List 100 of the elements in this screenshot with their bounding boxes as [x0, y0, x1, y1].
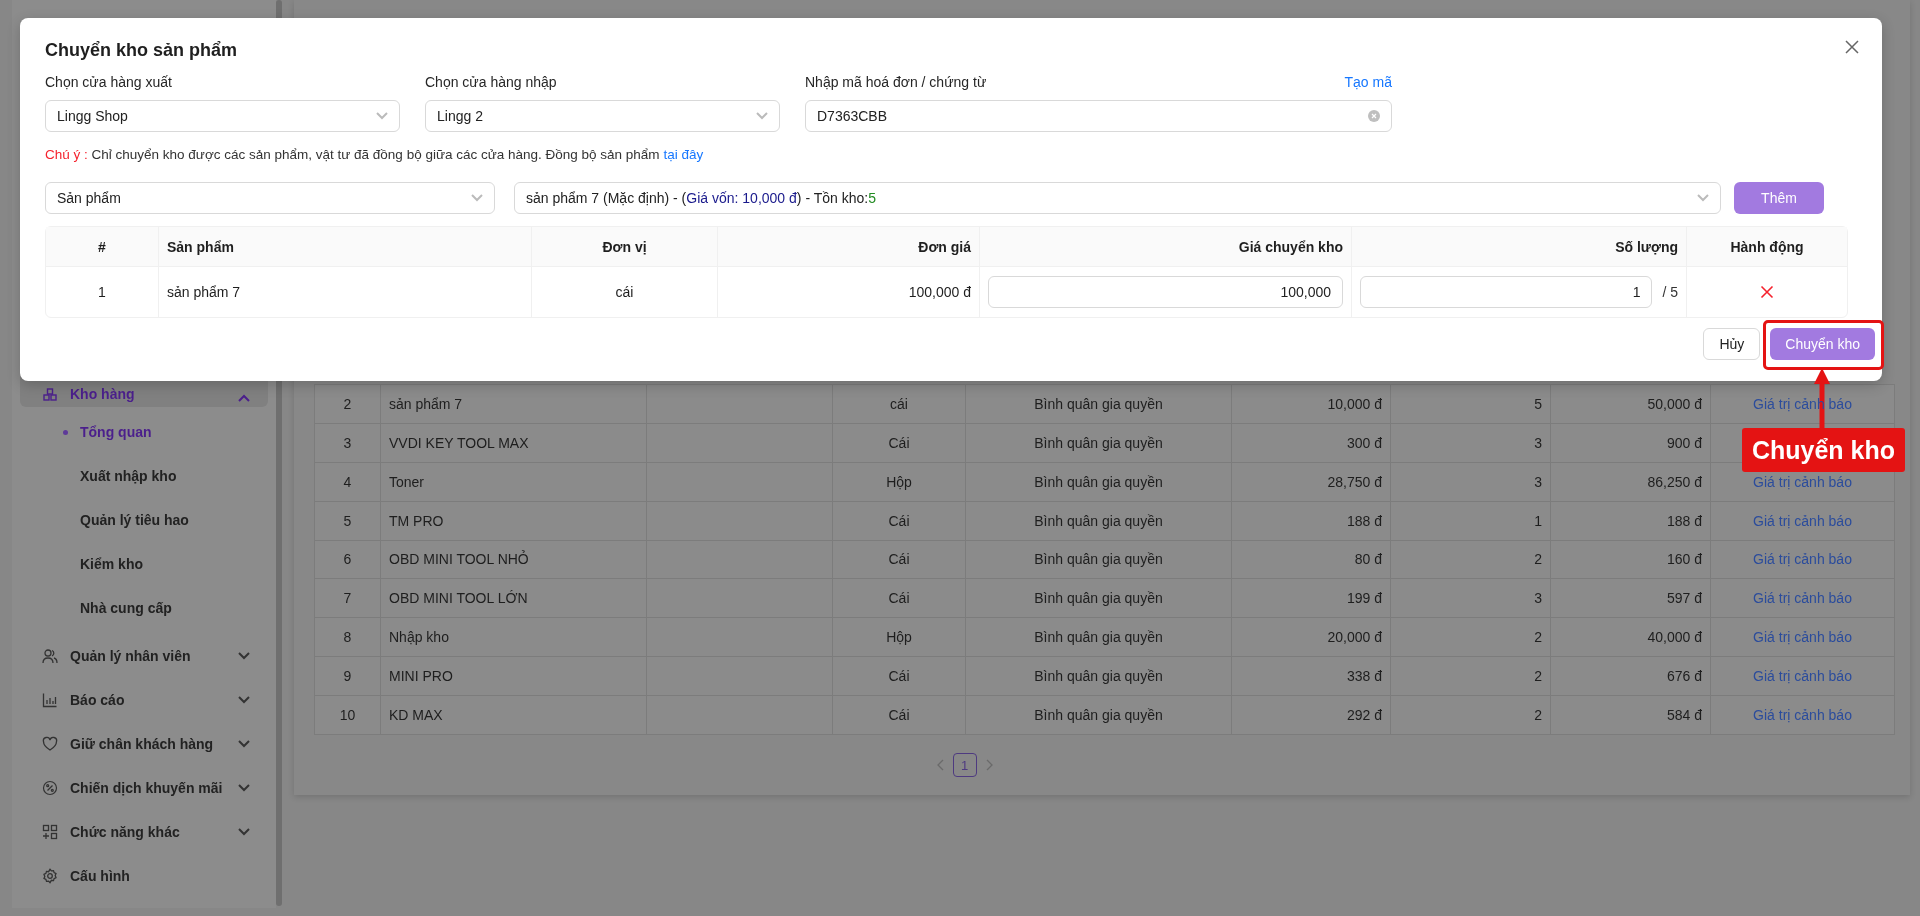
table-cell: 6 [315, 540, 381, 580]
warning-value-link[interactable]: Giá trị cảnh báo [1753, 668, 1852, 685]
page-button[interactable]: 1 [952, 753, 977, 777]
product-select[interactable]: sản phẩm 7 (Mặc định) - (Giá vốn: 10,000 đ) - Tồn kho:5 [514, 182, 1721, 214]
table-cell: KD MAX [381, 696, 647, 735]
table-cell: cái [833, 385, 966, 424]
product-type-select[interactable]: Sản phẩm [45, 182, 495, 214]
store-select[interactable]: Lingg Shop [45, 100, 400, 132]
table-cell: 199 đ [1232, 579, 1391, 619]
transfer-price-input[interactable]: 100,000 [988, 276, 1343, 308]
warning-value-link[interactable]: Giá trị cảnh báo [1753, 512, 1852, 529]
sidebar-item[interactable]: Báo cáo [20, 678, 268, 722]
table-cell: 1 [46, 267, 159, 317]
table-cell: 5 [1391, 385, 1551, 424]
table-cell: Cái [833, 501, 966, 541]
warehouse-icon [42, 386, 58, 402]
warning-value-link[interactable]: Giá trị cảnh báo [1753, 551, 1852, 568]
table-cell: 584 đ [1551, 696, 1711, 735]
table-cell: 8 [315, 618, 381, 658]
column-header: # [46, 227, 159, 267]
column-header: Sản phẩm [159, 227, 532, 267]
table-cell: Cái [833, 540, 966, 580]
table-cell: 100,000 đ [718, 267, 980, 317]
chevron-down-icon [238, 696, 250, 704]
table-cell: Bình quân gia quyền [966, 696, 1232, 735]
sidebar-subitem[interactable]: Tổng quan [20, 410, 268, 454]
table-cell: Hộp [833, 618, 966, 658]
chevron-up-icon [238, 394, 250, 402]
column-header: Giá chuyển kho [980, 227, 1352, 267]
table-cell: 4 [315, 462, 381, 502]
table-cell: OBD MINI TOOL NHỎ [381, 540, 647, 580]
table-cell: 2 [1391, 618, 1551, 658]
people-icon [42, 648, 58, 664]
table-cell: Bình quân gia quyền [966, 540, 1232, 580]
table-cell: 80 đ [1232, 540, 1391, 580]
code-input[interactable]: D7363CBB [805, 100, 1392, 132]
warning-value-link[interactable]: Giá trị cảnh báo [1753, 629, 1852, 646]
table-cell: sản phẩm 7 [159, 267, 532, 317]
table-cell: Bình quân gia quyền [966, 462, 1232, 502]
sidebar-item[interactable]: Cấu hình [20, 854, 268, 898]
table-cell: Hộp [833, 462, 966, 502]
store-select[interactable]: Lingg 2 [425, 100, 780, 132]
table-cell: 3 [1391, 423, 1551, 463]
table-cell: Toner [381, 462, 647, 502]
quantity-input[interactable]: 1 [1360, 276, 1653, 308]
table-cell: Bình quân gia quyền [966, 579, 1232, 619]
warning-value-link[interactable]: Giá trị cảnh báo [1753, 590, 1852, 607]
table-cell: 7 [315, 579, 381, 619]
sidebar-item[interactable]: Chiến dịch khuyến mãi [20, 766, 268, 810]
table-cell: Cái [833, 579, 966, 619]
table-cell: 676 đ [1551, 657, 1711, 697]
sidebar-subitem[interactable]: Nhà cung cấp [20, 586, 268, 630]
table-cell: 2 [1391, 657, 1551, 697]
sidebar-item[interactable]: Quản lý nhân viên [20, 634, 268, 678]
table-cell: 3 [315, 423, 381, 463]
table-cell: 28,750 đ [1232, 462, 1391, 502]
column-header: Hành động [1687, 227, 1847, 267]
sidebar-item[interactable]: Giữ chân khách hàng [20, 722, 268, 766]
table-cell: TM PRO [381, 501, 647, 541]
column-header: Đơn giá [718, 227, 980, 267]
warning-value-link[interactable]: Giá trị cảnh báo [1753, 473, 1852, 490]
table-cell: 338 đ [1232, 657, 1391, 697]
table-cell: Bình quân gia quyền [966, 501, 1232, 541]
table-cell: sản phẩm 7 [381, 385, 647, 424]
sidebar-item[interactable]: Chức năng khác [20, 810, 268, 854]
table-cell: 3 [1391, 579, 1551, 619]
table-cell: 2 [1391, 696, 1551, 735]
dialog-title: Chuyển kho sản phẩm [45, 40, 239, 61]
table-cell: Bình quân gia quyền [966, 423, 1232, 463]
table-cell: Cái [833, 657, 966, 697]
add-button[interactable]: Thêm [1734, 182, 1824, 214]
table-cell: Bình quân gia quyền [966, 618, 1232, 658]
close-icon [1845, 40, 1859, 54]
table-cell: Nhập kho [381, 618, 647, 658]
table-cell: 300 đ [1232, 423, 1391, 463]
column-header: Đơn vị [532, 227, 718, 267]
field-label: Chọn cửa hàng nhập [425, 74, 557, 90]
field-label: Nhập mã hoá đơn / chứng từ [805, 74, 987, 90]
warning-value-link[interactable]: Giá trị cảnh báo [1753, 707, 1852, 724]
transfer-button[interactable]: Chuyển kho [1770, 328, 1875, 360]
table-cell: 900 đ [1551, 423, 1711, 463]
generate-code-link[interactable]: Tạo mã [1344, 74, 1392, 90]
table-cell: 86,250 đ [1551, 462, 1711, 502]
stock-limit: / 5 [1662, 284, 1678, 300]
sidebar-subitem[interactable]: Quản lý tiêu hao [20, 498, 268, 542]
sidebar-subitem[interactable]: Kiểm kho [20, 542, 268, 586]
table-cell: 1 [1391, 501, 1551, 541]
clear-icon [1368, 110, 1380, 122]
cancel-button[interactable]: Hủy [1703, 328, 1761, 360]
table-cell: 10,000 đ [1232, 385, 1391, 424]
table-cell: 20,000 đ [1232, 618, 1391, 658]
here-link[interactable]: tại đây [663, 147, 704, 162]
previous-page-icon [936, 759, 945, 771]
callout-label: Chuyển kho [1742, 428, 1905, 472]
table-cell: OBD MINI TOOL LỚN [381, 579, 647, 619]
table-cell: 50,000 đ [1551, 385, 1711, 424]
column-header: Số lượng [1352, 227, 1687, 267]
sidebar-subitem[interactable]: Xuất nhập kho [20, 454, 268, 498]
table-cell: 188 đ [1551, 501, 1711, 541]
notice-text: Chú ý : Chỉ chuyển kho được các sản phẩm, vật tư đã đồng bộ giữa các cửa hàng. Đồng bộ sản phẩm tại đây [45, 147, 705, 162]
